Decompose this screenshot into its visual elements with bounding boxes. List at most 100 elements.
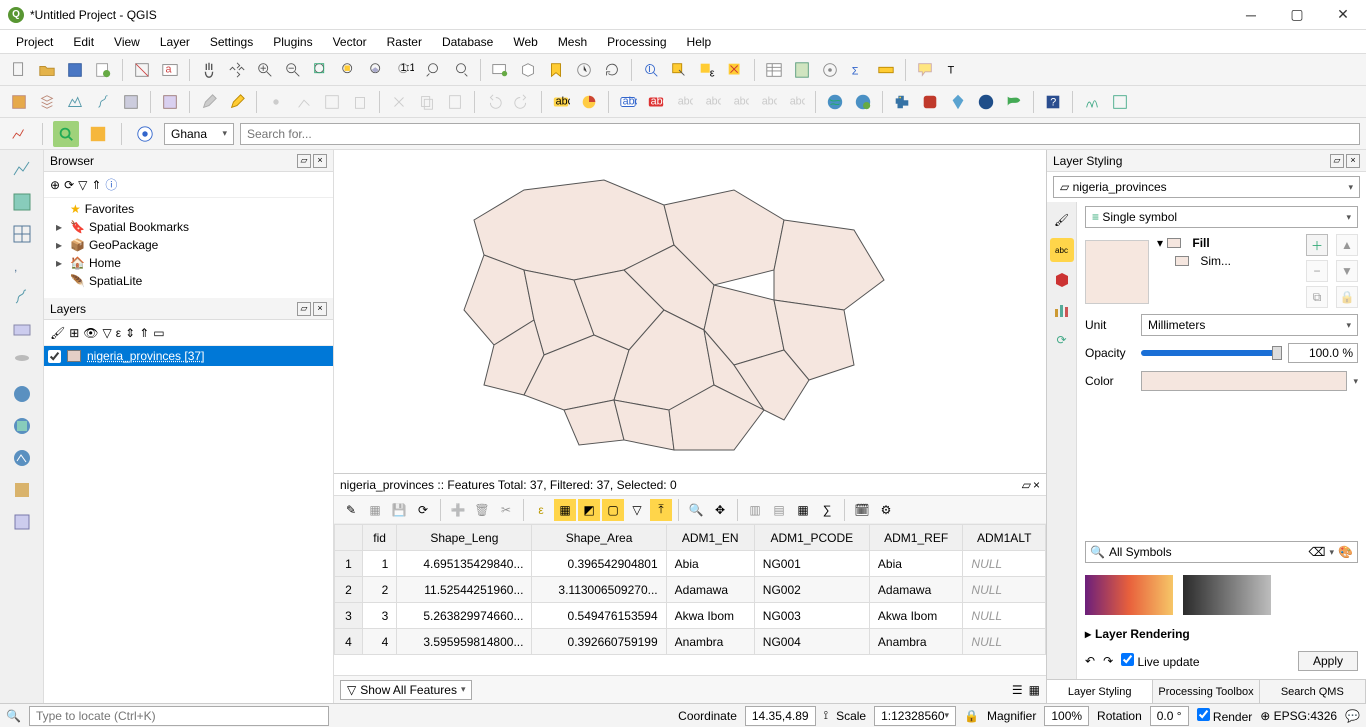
- new-geopackage-icon[interactable]: [34, 89, 60, 115]
- undo-style-icon[interactable]: ↶: [1085, 654, 1095, 668]
- symbol-layers-tree[interactable]: ▾ Fill Sim...: [1157, 234, 1298, 308]
- deselect-icon[interactable]: [722, 57, 748, 83]
- select-by-value-icon[interactable]: ε: [694, 57, 720, 83]
- geocoder-country-combo[interactable]: Ghana ▾: [164, 123, 234, 145]
- crs-button[interactable]: ⊕ EPSG:4326: [1260, 709, 1337, 723]
- annotation-icon[interactable]: T: [940, 57, 966, 83]
- properties-icon[interactable]: ⓘ: [105, 176, 117, 193]
- coordinate-field[interactable]: 14.35,4.89: [745, 706, 816, 726]
- apply-button[interactable]: Apply: [1298, 651, 1358, 671]
- pan-to-selection-icon[interactable]: [224, 57, 250, 83]
- scale-field[interactable]: 1:12328560 ▾: [874, 706, 956, 726]
- manage-visibility-icon[interactable]: 👁: [83, 326, 98, 340]
- grass-region-icon[interactable]: [1107, 89, 1133, 115]
- label-toolbar-abc-icon[interactable]: abc: [615, 89, 641, 115]
- zoom-in-icon[interactable]: [252, 57, 278, 83]
- expression-filter-icon[interactable]: ε: [116, 326, 121, 340]
- menu-processing[interactable]: Processing: [599, 33, 674, 51]
- new-project-icon[interactable]: [6, 57, 32, 83]
- highlight-label-icon[interactable]: abc: [643, 89, 669, 115]
- panel-close-icon[interactable]: ×: [313, 154, 327, 168]
- cut-icon[interactable]: [386, 89, 412, 115]
- render-checkbox[interactable]: Render: [1197, 708, 1253, 724]
- menu-vector[interactable]: Vector: [325, 33, 375, 51]
- select-features-icon[interactable]: [666, 57, 692, 83]
- new-3d-view-icon[interactable]: [515, 57, 541, 83]
- add-wcs-icon[interactable]: [8, 412, 36, 440]
- web-globe2-icon[interactable]: [850, 89, 876, 115]
- conditional-format-icon[interactable]: 🗓: [851, 499, 873, 521]
- actions-icon[interactable]: ⚙: [875, 499, 897, 521]
- renderer-type-combo[interactable]: ≡ Single symbol ▾: [1085, 206, 1358, 228]
- measure-icon[interactable]: [873, 57, 899, 83]
- show-all-features-button[interactable]: ▽ Show All Features ▾: [340, 680, 472, 700]
- menu-project[interactable]: Project: [8, 33, 61, 51]
- menu-layer[interactable]: Layer: [152, 33, 198, 51]
- zoom-last-icon[interactable]: [420, 57, 446, 83]
- menu-plugins[interactable]: Plugins: [265, 33, 320, 51]
- move-top-icon[interactable]: ⤒: [650, 499, 672, 521]
- coord-capture-icon[interactable]: [6, 121, 32, 147]
- labels-tab-icon[interactable]: abc: [1050, 238, 1074, 262]
- remove-symbol-layer-button[interactable]: −: [1306, 260, 1328, 282]
- panel-undock-icon[interactable]: ▱: [1022, 478, 1031, 492]
- table-row[interactable]: 3 3 5.263829974660... 0.549476153594 Akw…: [335, 603, 1046, 629]
- color-picker[interactable]: [1141, 371, 1347, 391]
- menu-settings[interactable]: Settings: [202, 33, 261, 51]
- menu-database[interactable]: Database: [434, 33, 501, 51]
- new-bookmark-icon[interactable]: [543, 57, 569, 83]
- save-edits-icon[interactable]: [224, 89, 250, 115]
- table-row[interactable]: 4 4 3.595959814800... 0.392660759199 Ana…: [335, 629, 1046, 655]
- panel-close-icon[interactable]: ×: [1033, 478, 1040, 492]
- add-xyz-icon[interactable]: [8, 476, 36, 504]
- layout-manager-icon[interactable]: a: [157, 57, 183, 83]
- current-edits-icon[interactable]: [157, 89, 183, 115]
- move-label-icon[interactable]: abc: [727, 89, 753, 115]
- add-feature-icon[interactable]: [263, 89, 289, 115]
- tab-layer-styling[interactable]: Layer Styling: [1047, 680, 1153, 703]
- select-by-expr-icon[interactable]: ε: [530, 499, 552, 521]
- plugin-green-icon[interactable]: [1001, 89, 1027, 115]
- add-spatialite-icon[interactable]: [8, 284, 36, 312]
- open-style-panel-icon[interactable]: 🖌: [50, 326, 65, 340]
- filter-legend-icon[interactable]: ▽: [103, 326, 112, 340]
- show-label-icon[interactable]: abc: [699, 89, 725, 115]
- history-tab-icon[interactable]: ⟳: [1050, 328, 1074, 352]
- organize-columns-icon[interactable]: ▦: [792, 499, 814, 521]
- tab-processing-toolbox[interactable]: Processing Toolbox: [1153, 680, 1259, 703]
- style-manager-icon[interactable]: [129, 57, 155, 83]
- redo-icon[interactable]: [509, 89, 535, 115]
- remove-layer-icon[interactable]: ▭: [153, 326, 164, 340]
- add-wms-icon[interactable]: [8, 380, 36, 408]
- menu-raster[interactable]: Raster: [379, 33, 430, 51]
- add-feature-row-icon[interactable]: ➕: [447, 499, 469, 521]
- move-down-button[interactable]: ▼: [1336, 260, 1358, 282]
- open-project-icon[interactable]: [34, 57, 60, 83]
- add-mesh-layer-icon[interactable]: [8, 220, 36, 248]
- messages-icon[interactable]: 💬: [1345, 709, 1360, 723]
- deselect-all-icon[interactable]: ▢: [602, 499, 624, 521]
- menu-edit[interactable]: Edit: [65, 33, 102, 51]
- style-manager-icon[interactable]: 🎨: [1338, 545, 1353, 559]
- form-view-icon[interactable]: ☰: [1012, 683, 1023, 697]
- open-attribute-table-icon[interactable]: [761, 57, 787, 83]
- save-edits-icon[interactable]: 💾: [388, 499, 410, 521]
- add-group-icon[interactable]: ⊞: [69, 326, 79, 340]
- panel-undock-icon[interactable]: ▱: [1330, 154, 1344, 168]
- collapse-all-layers-icon[interactable]: ⇑: [139, 326, 149, 340]
- multi-edit-icon[interactable]: ▦: [364, 499, 386, 521]
- edit-label-icon[interactable]: abc: [783, 89, 809, 115]
- maptips-icon[interactable]: [912, 57, 938, 83]
- invert-selection-icon[interactable]: ◩: [578, 499, 600, 521]
- menu-mesh[interactable]: Mesh: [550, 33, 595, 51]
- unit-combo[interactable]: Millimeters▾: [1141, 314, 1358, 336]
- move-up-button[interactable]: ▲: [1336, 234, 1358, 256]
- delete-field-icon[interactable]: ▤: [768, 499, 790, 521]
- cut-row-icon[interactable]: ✂: [495, 499, 517, 521]
- zoom-native-icon[interactable]: 1:1: [392, 57, 418, 83]
- web-globe-icon[interactable]: [822, 89, 848, 115]
- close-button[interactable]: ✕: [1320, 0, 1366, 30]
- layer-rendering-toggle[interactable]: ▸Layer Rendering: [1085, 627, 1358, 641]
- pan-to-selected-icon[interactable]: ✥: [709, 499, 731, 521]
- quick-osm-icon[interactable]: [53, 121, 79, 147]
